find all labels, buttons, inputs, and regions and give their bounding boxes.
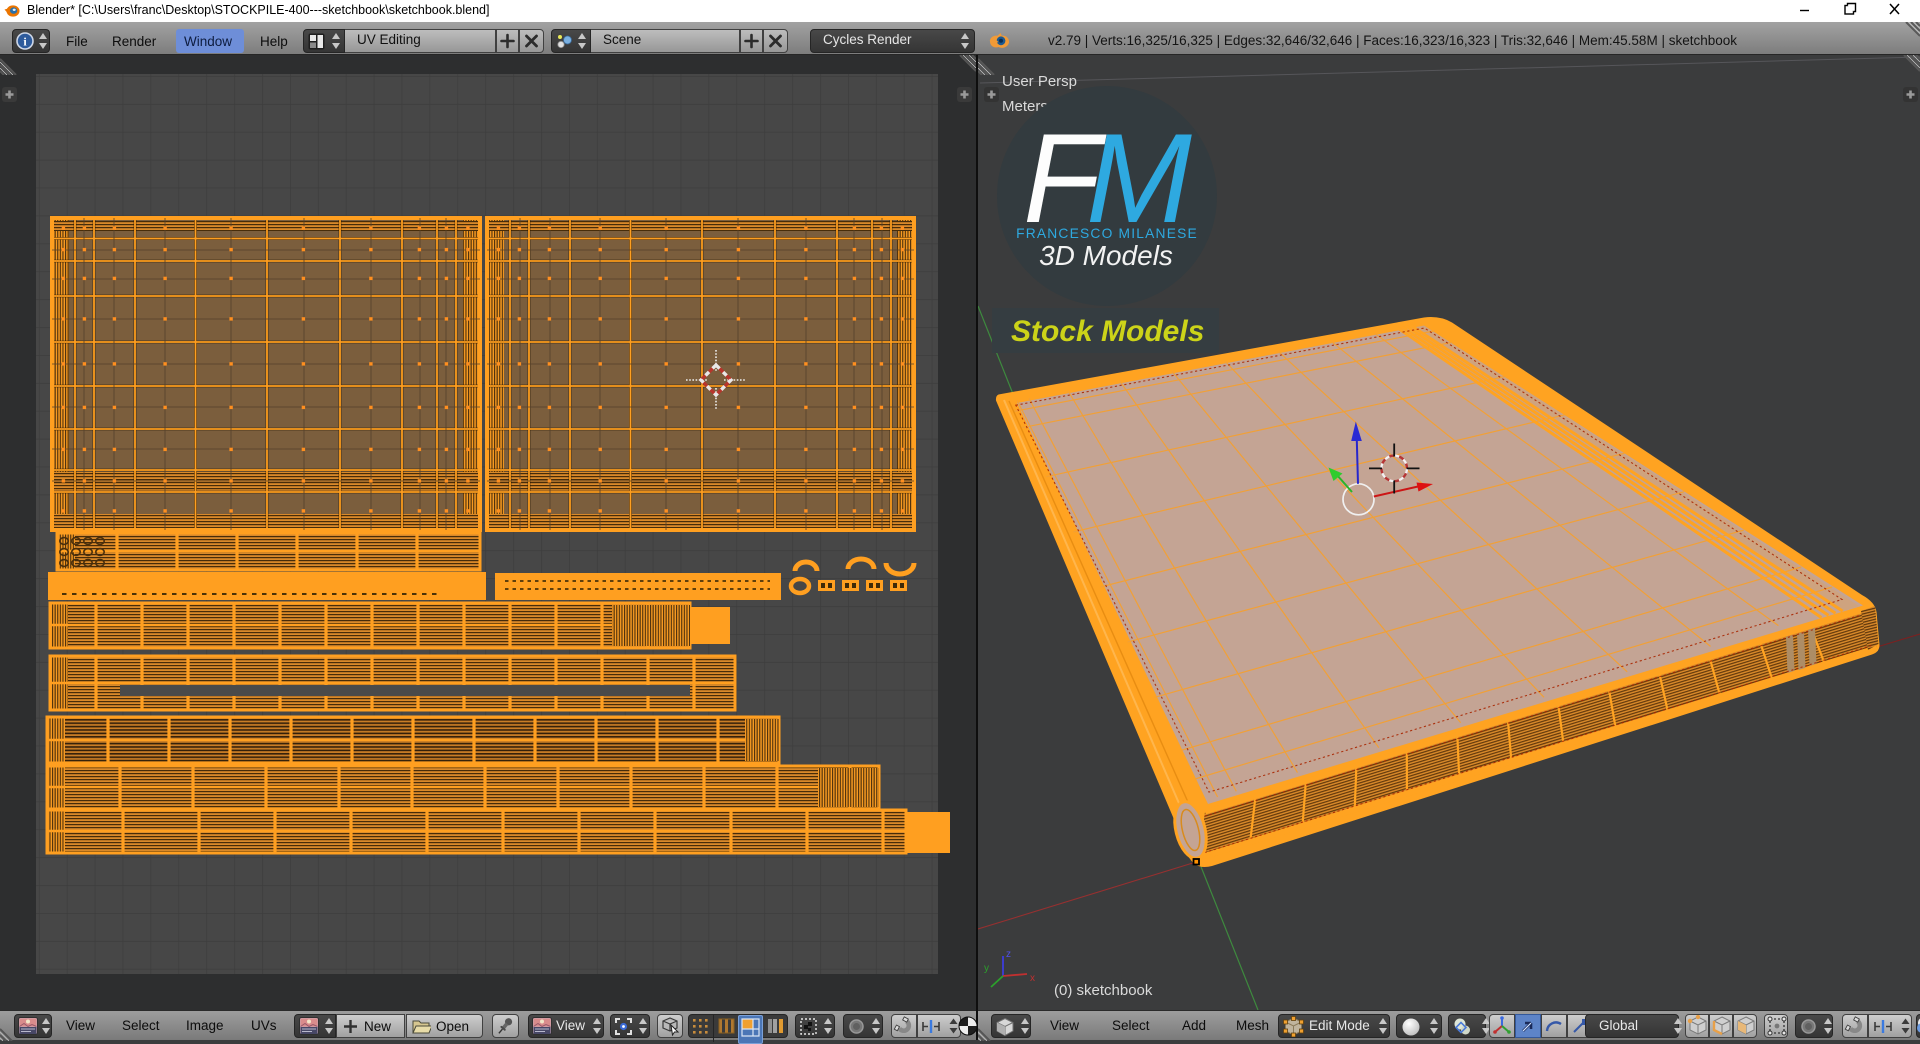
svg-text:FRANCESCO MILANESE: FRANCESCO MILANESE xyxy=(1016,226,1198,241)
svg-text:z: z xyxy=(1006,949,1011,960)
svg-text:(0) sketchbook: (0) sketchbook xyxy=(1054,982,1153,999)
svg-text:User Persp: User Persp xyxy=(1002,73,1077,90)
svg-text:x: x xyxy=(1030,973,1035,984)
svg-text:y: y xyxy=(984,963,989,974)
svg-text:3D Models: 3D Models xyxy=(1039,240,1173,271)
svg-text:Stock Models: Stock Models xyxy=(1011,315,1204,348)
